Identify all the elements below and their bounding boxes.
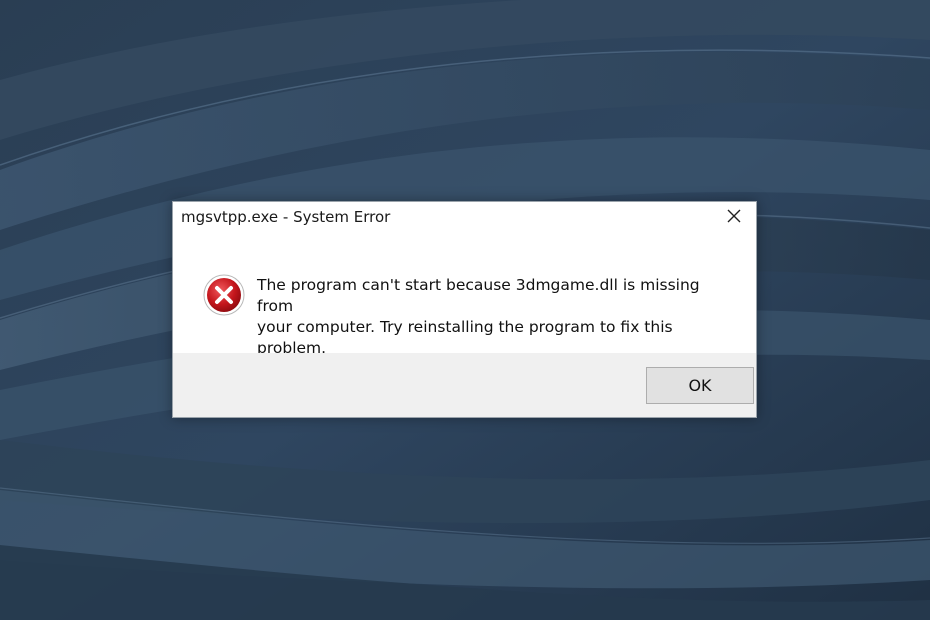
error-message-line-1: The program can't start because 3dmgame.… — [257, 276, 700, 315]
ok-button[interactable]: OK — [646, 367, 754, 404]
dialog-title: mgsvtpp.exe - System Error — [181, 208, 391, 226]
system-error-dialog: mgsvtpp.exe - System Error The program c… — [172, 201, 757, 418]
close-icon — [727, 208, 741, 227]
dialog-footer: OK — [173, 353, 756, 417]
close-button[interactable] — [712, 202, 756, 232]
error-icon — [202, 273, 246, 317]
error-message: The program can't start because 3dmgame.… — [257, 275, 737, 359]
dialog-content: The program can't start because 3dmgame.… — [173, 234, 756, 357]
dialog-titlebar[interactable]: mgsvtpp.exe - System Error — [173, 202, 756, 234]
